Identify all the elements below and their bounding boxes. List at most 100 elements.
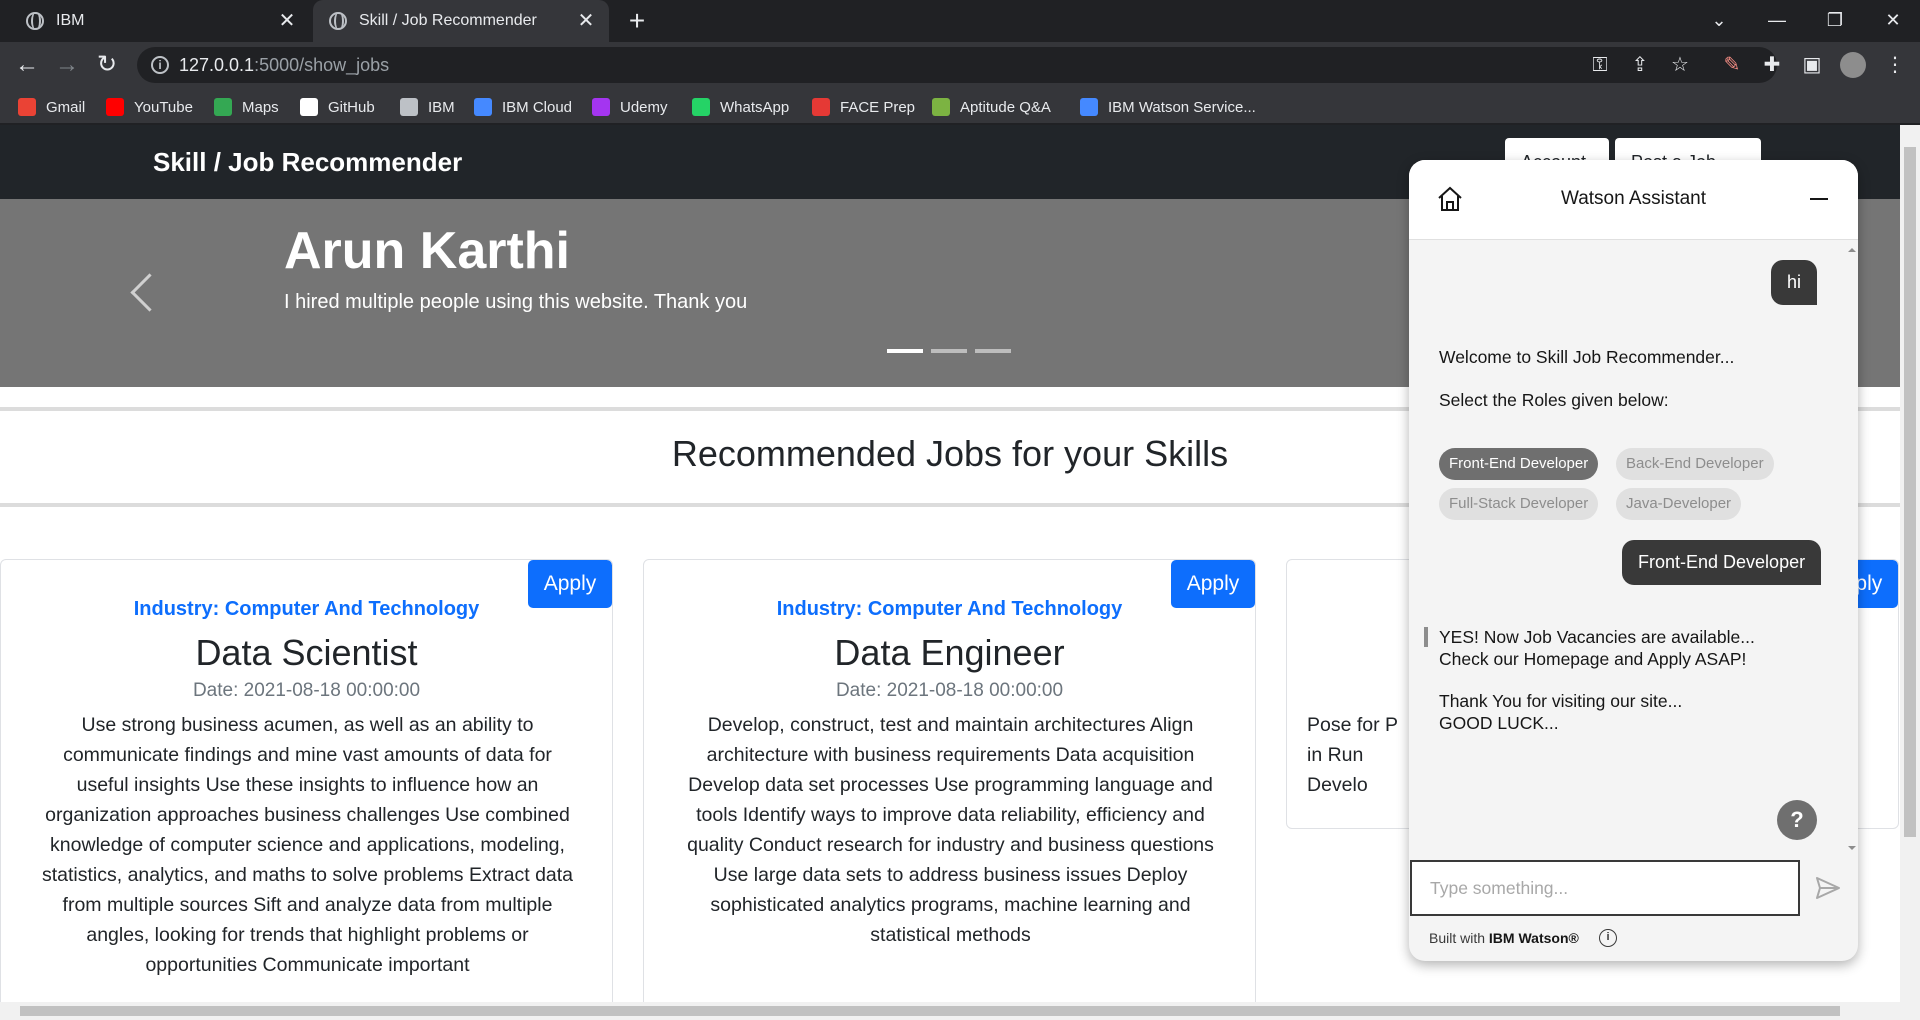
chat-input[interactable]: [1412, 862, 1798, 914]
bot-message: Select the Roles given below:: [1439, 390, 1669, 410]
bookmark-youtube[interactable]: YouTube: [106, 96, 193, 118]
bookmark-label: IBM: [428, 98, 455, 116]
bookmark-star-icon[interactable]: ☆: [1667, 52, 1693, 78]
role-option-full-stack[interactable]: Full-Stack Developer: [1439, 488, 1599, 520]
bot-message: Check our Homepage and Apply ASAP!: [1439, 649, 1747, 669]
tab-label: Skill / Job Recommender: [359, 12, 537, 29]
key-icon[interactable]: ⚿: [1587, 52, 1613, 78]
side-panel-icon[interactable]: ▣: [1799, 52, 1825, 78]
youtube-icon: [106, 98, 124, 116]
bookmark-label: GitHub: [328, 98, 375, 116]
bookmark-label: IBM Watson Service...: [1108, 98, 1256, 116]
role-option-java[interactable]: Java-Developer: [1616, 488, 1742, 520]
globe-icon: [329, 12, 347, 30]
gmail-icon: [18, 98, 36, 116]
bookmark-ibm-cloud[interactable]: IBM Cloud: [474, 96, 572, 118]
menu-icon[interactable]: ⋮: [1882, 52, 1908, 78]
scrollbar-thumb[interactable]: [20, 1006, 1840, 1016]
assistant-footer: Built with IBM Watson®: [1429, 930, 1579, 946]
ibm-cloud-icon: [474, 98, 492, 116]
bookmark-maps[interactable]: Maps: [214, 96, 279, 118]
bot-message: YES! Now Job Vacancies are available...: [1439, 627, 1755, 647]
site-info-icon[interactable]: i: [151, 56, 169, 74]
user-message: hi: [1771, 260, 1818, 305]
back-icon[interactable]: ←: [12, 50, 42, 80]
minimize-window-icon[interactable]: —: [1748, 0, 1806, 40]
assistant-header: Watson Assistant: [1409, 160, 1858, 240]
user-message: Front-End Developer: [1622, 540, 1822, 585]
minimize-icon[interactable]: [1810, 198, 1828, 200]
profile-avatar[interactable]: [1840, 52, 1866, 78]
info-icon[interactable]: i: [1599, 929, 1617, 947]
tab-skill-job-recommender[interactable]: Skill / Job Recommender ✕: [313, 0, 609, 42]
carousel-prev-icon[interactable]: [128, 271, 158, 315]
tab-label: IBM: [56, 12, 85, 29]
bookmark-gmail[interactable]: Gmail: [18, 96, 85, 118]
browser-toolbar: ← → ↻ i 127.0.0.1:5000/show_jobs ⚿ ⇪ ☆ ✎…: [0, 42, 1920, 88]
help-button[interactable]: ?: [1777, 800, 1817, 840]
forward-icon[interactable]: →: [52, 50, 82, 80]
horizontal-scrollbar[interactable]: [0, 1002, 1920, 1020]
bookmark-label: WhatsApp: [720, 98, 790, 116]
pen-extension-icon[interactable]: ✎: [1719, 52, 1745, 78]
chat-scrollbar[interactable]: [1847, 244, 1857, 854]
role-option-back-end[interactable]: Back-End Developer: [1616, 448, 1774, 480]
carousel-indicator[interactable]: [975, 349, 1011, 353]
restore-window-icon[interactable]: ❐: [1806, 0, 1864, 40]
bookmark-label: Gmail: [46, 98, 86, 116]
tab-strip: IBM ✕ Skill / Job Recommender ✕ + ⌄ — ❐ …: [0, 0, 1920, 42]
close-tab-icon[interactable]: ✕: [573, 8, 599, 34]
bookmark-ibm-watson-service[interactable]: IBM Watson Service...: [1080, 96, 1256, 118]
maps-icon: [214, 98, 232, 116]
share-icon[interactable]: ⇪: [1627, 52, 1653, 78]
testimonial-name: Arun Karthi: [284, 222, 570, 280]
job-date: Date: 2021-08-18 00:00:00: [192, 680, 421, 701]
address-bar[interactable]: i 127.0.0.1:5000/show_jobs ⚿ ⇪ ☆: [137, 47, 1777, 83]
bookmark-label: Maps: [242, 98, 279, 116]
globe-icon: [26, 12, 44, 30]
bookmark-ibm[interactable]: IBM: [400, 96, 455, 118]
chat-input-container: [1410, 860, 1800, 916]
send-icon[interactable]: [1814, 874, 1842, 902]
job-description: Pose for P in Run Develo: [1307, 714, 1398, 796]
bookmark-label: IBM Cloud: [502, 98, 573, 116]
reload-icon[interactable]: ↻: [92, 50, 122, 80]
job-title: Data Scientist: [195, 632, 418, 673]
faceprep-icon: [812, 98, 830, 116]
bookmark-label: Udemy: [620, 98, 668, 116]
bookmark-label: FACE Prep: [840, 98, 916, 116]
close-window-icon[interactable]: ✕: [1864, 0, 1920, 40]
close-tab-icon[interactable]: ✕: [274, 8, 300, 34]
vertical-scrollbar[interactable]: [1900, 125, 1920, 1002]
extensions-icon[interactable]: ✚: [1759, 52, 1785, 78]
bookmark-aptitude-q-a[interactable]: Aptitude Q&A: [932, 96, 1051, 118]
carousel-indicator[interactable]: [887, 349, 923, 353]
testimonial-text: I hired multiple people using this websi…: [284, 291, 748, 313]
carousel-indicator[interactable]: [931, 349, 967, 353]
globe-icon: [400, 98, 418, 116]
github-icon: [300, 98, 318, 116]
udemy-icon: [592, 98, 610, 116]
new-tab-button[interactable]: +: [622, 6, 652, 36]
job-industry: Industry: Computer And Technology: [776, 598, 1123, 620]
bookmarks-bar: Gmail YouTube Maps GitHub IBM IBM Cloud Udemy W…: [0, 88, 1920, 124]
job-description: Develop, construct, test and maintain ar…: [687, 714, 1214, 946]
bookmark-udemy[interactable]: Udemy: [592, 96, 668, 118]
scrollbar-thumb[interactable]: [1904, 147, 1916, 837]
job-card: Apply Industry: Computer And Technology …: [0, 559, 613, 1002]
role-option-front-end[interactable]: Front-End Developer: [1439, 448, 1599, 480]
bookmark-github[interactable]: GitHub: [300, 96, 375, 118]
bot-message: Thank You for visiting our site...: [1439, 691, 1683, 711]
job-card: Apply Industry: Computer And Technology …: [643, 559, 1256, 1002]
bookmark-face-prep[interactable]: FACE Prep: [812, 96, 915, 118]
site-brand[interactable]: Skill / Job Recommender: [153, 147, 462, 178]
tab-search-icon[interactable]: ⌄: [1690, 0, 1748, 40]
aptitude-icon: [932, 98, 950, 116]
job-title: Data Engineer: [834, 632, 1065, 673]
watson-assistant-panel: Watson Assistant hi Welcome to Skill Job…: [1409, 160, 1858, 961]
job-industry: Industry: Computer And Technology: [133, 598, 480, 620]
whatsapp-icon: [692, 98, 710, 116]
assistant-title: Watson Assistant: [1560, 188, 1707, 209]
tab-ibm[interactable]: IBM ✕: [10, 0, 310, 42]
bookmark-whatsapp[interactable]: WhatsApp: [692, 96, 789, 118]
